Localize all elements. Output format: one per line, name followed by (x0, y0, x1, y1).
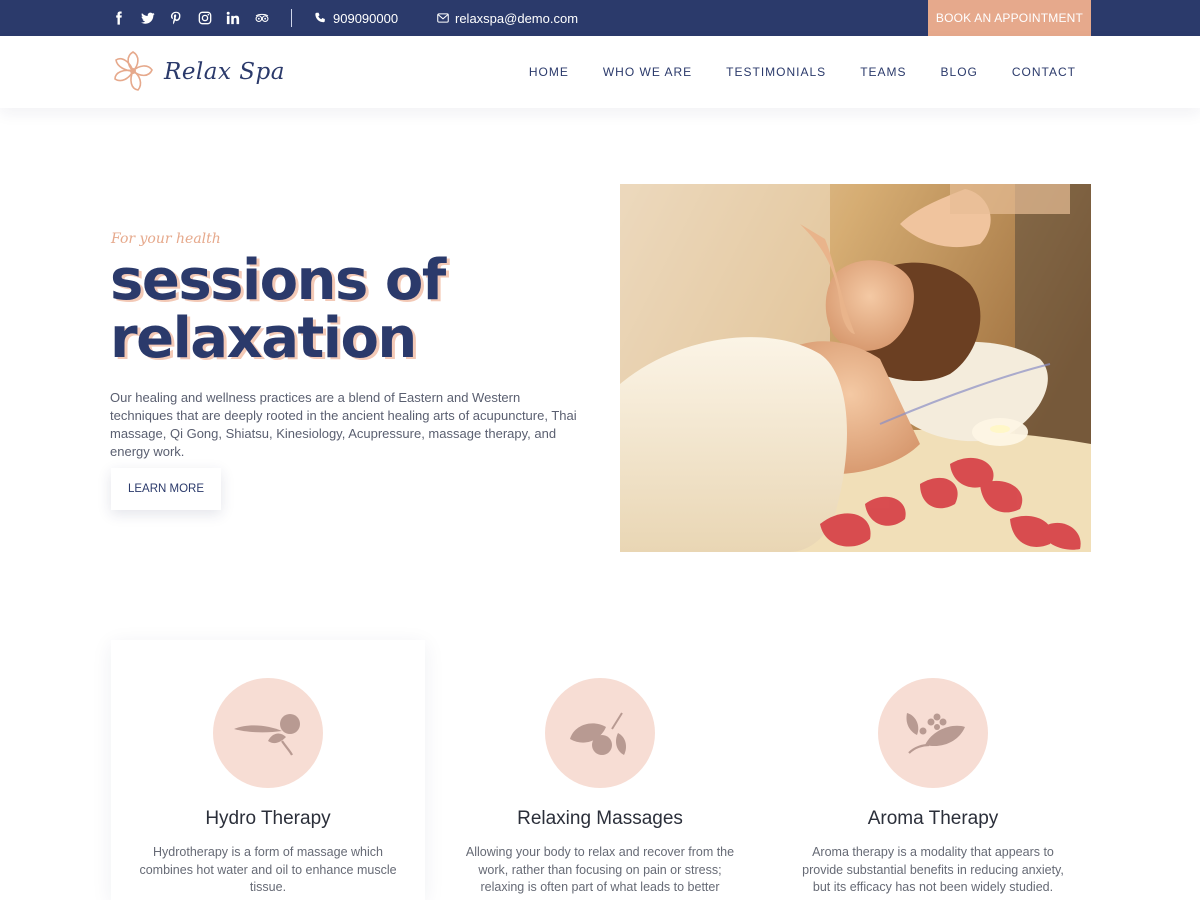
nav-testimonials[interactable]: TESTIMONIALS (726, 65, 826, 79)
learn-more-button[interactable]: LEARN MORE (111, 468, 221, 510)
service-card-hydro-therapy[interactable]: Hydro Therapy Hydrotherapy is a form of … (111, 640, 425, 900)
top-bar: 909090000 relaxspa@demo.com BOOK AN APPO… (0, 0, 1200, 36)
service-title: Relaxing Massages (517, 808, 683, 829)
service-title: Hydro Therapy (205, 808, 331, 829)
flower-leaf-icon (893, 703, 973, 763)
hero-spa-massage-image (620, 184, 1091, 552)
instagram-icon[interactable] (198, 0, 227, 36)
service-description: Aroma therapy is a modality that appears… (802, 845, 1064, 894)
phone-number: 909090000 (333, 10, 399, 26)
book-appointment-button[interactable]: BOOK AN APPOINTMENT (928, 0, 1091, 36)
site-header: Relax Spa HOME WHO WE ARE TESTIMONIALS T… (0, 36, 1200, 108)
service-title: Aroma Therapy (867, 808, 999, 829)
logo[interactable]: Relax Spa (110, 48, 285, 96)
service-icon-circle (213, 678, 323, 788)
email-address: relaxspa@demo.com (455, 10, 579, 26)
pinterest-icon[interactable] (169, 0, 198, 36)
nav-who-we-are[interactable]: WHO WE ARE (603, 65, 692, 79)
service-description: Hydrotherapy is a form of massage which … (139, 845, 397, 894)
twitter-icon[interactable] (140, 0, 170, 36)
service-icon-circle (878, 678, 988, 788)
hero-description: Our healing and wellness practices are a… (110, 390, 577, 459)
leaf-stone-icon (560, 703, 640, 763)
hero-tagline: For your health (111, 231, 221, 247)
nav-teams[interactable]: TEAMS (860, 65, 906, 79)
logo-text: Relax Spa (164, 59, 285, 85)
phone-icon (314, 12, 326, 24)
tripadvisor-icon[interactable] (255, 0, 284, 36)
main-nav: HOME WHO WE ARE TESTIMONIALS TEAMS BLOG … (529, 36, 1076, 108)
linkedin-icon[interactable] (226, 0, 255, 36)
nav-contact[interactable]: CONTACT (1012, 65, 1076, 79)
hero-title-line-2: relaxation (110, 306, 417, 371)
nav-blog[interactable]: BLOG (941, 65, 978, 79)
topbar-divider (291, 9, 292, 27)
service-icon-circle (545, 678, 655, 788)
nav-home[interactable]: HOME (529, 65, 569, 79)
email-contact[interactable]: relaxspa@demo.com (437, 0, 578, 36)
hot-stone-icon (228, 703, 308, 763)
service-card-relaxing-massages[interactable]: Relaxing Massages Allowing your body to … (443, 640, 757, 900)
hero-title-line-1: sessions of (110, 248, 446, 313)
service-description: Allowing your body to relax and recover … (465, 845, 735, 894)
phone-contact[interactable]: 909090000 (314, 0, 398, 36)
facebook-icon[interactable] (112, 0, 141, 36)
service-card-aroma-therapy[interactable]: Aroma Therapy Aroma therapy is a modalit… (776, 640, 1090, 900)
plumeria-flower-icon (110, 49, 156, 95)
mail-icon (437, 12, 449, 24)
hero-title: sessions of relaxation (110, 252, 590, 368)
social-links (112, 0, 283, 36)
